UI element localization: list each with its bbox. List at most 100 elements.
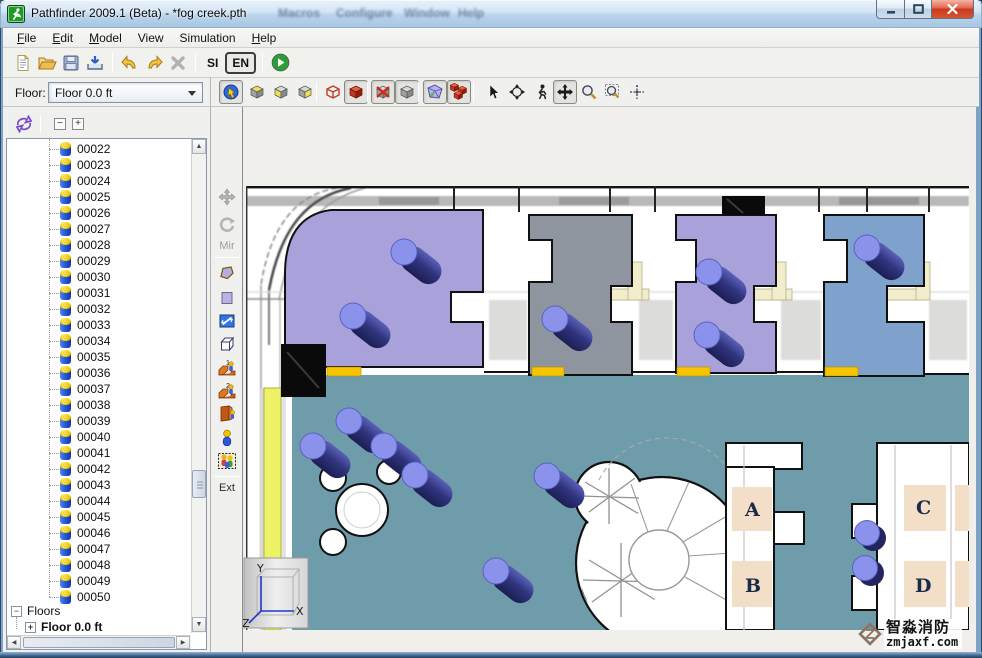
tree-horizontal-scrollbar[interactable]: ◀ ▶ bbox=[7, 635, 191, 649]
scrollbar-thumb[interactable] bbox=[192, 470, 206, 498]
tree-item-occupant[interactable]: 00048 bbox=[60, 557, 110, 573]
import-button[interactable] bbox=[83, 51, 107, 75]
tree-item-label[interactable]: 00045 bbox=[77, 510, 110, 524]
room-polygon-tool-button[interactable] bbox=[215, 262, 239, 284]
tree-item-occupant[interactable]: 00040 bbox=[60, 429, 110, 445]
save-button[interactable] bbox=[59, 51, 83, 75]
orbit-tool-button[interactable] bbox=[505, 80, 529, 104]
scrollbar-thumb[interactable] bbox=[23, 637, 175, 648]
menu-file[interactable]: File bbox=[9, 29, 44, 47]
tree-item-occupant[interactable]: 00027 bbox=[60, 221, 110, 237]
tree-item-occupant[interactable]: 00025 bbox=[60, 189, 110, 205]
tree-item-label[interactable]: 00047 bbox=[77, 542, 110, 556]
maximize-button[interactable] bbox=[905, 0, 932, 19]
tree-item-label[interactable]: 00035 bbox=[77, 350, 110, 364]
tree-item-label[interactable]: 00037 bbox=[77, 382, 110, 396]
tree-item-label[interactable]: 00042 bbox=[77, 462, 110, 476]
tree-item-occupant[interactable]: 00031 bbox=[60, 285, 110, 301]
nav-view-button[interactable] bbox=[219, 80, 243, 104]
tree-item-occupant[interactable]: 00034 bbox=[60, 333, 110, 349]
tree-item-occupant[interactable]: 00039 bbox=[60, 413, 110, 429]
tree-item-label[interactable]: 00049 bbox=[77, 574, 110, 588]
menu-help[interactable]: Help bbox=[244, 29, 285, 47]
menu-simulation[interactable]: Simulation bbox=[172, 29, 244, 47]
tree-item-occupant[interactable]: 00029 bbox=[60, 253, 110, 269]
hide-obstructions-button[interactable] bbox=[371, 80, 395, 104]
tree-item-label[interactable]: 00044 bbox=[77, 494, 110, 508]
add-occupant-group-tool-button[interactable] bbox=[215, 450, 239, 472]
cube-side-view-button[interactable] bbox=[293, 80, 317, 104]
show-obstructions-button[interactable] bbox=[395, 80, 419, 104]
tree-item-occupant[interactable]: 00041 bbox=[60, 445, 110, 461]
tree-item-occupant[interactable]: 00050 bbox=[60, 589, 110, 605]
tree-item-occupant[interactable]: 00037 bbox=[60, 381, 110, 397]
select-tool-button[interactable] bbox=[481, 80, 505, 104]
tree-item-label[interactable]: 00030 bbox=[77, 270, 110, 284]
tree-vertical-scrollbar[interactable]: ▲ ▼ bbox=[191, 139, 206, 633]
tree-item-occupant[interactable]: 00042 bbox=[60, 461, 110, 477]
model-canvas[interactable]: A B C D bbox=[242, 107, 976, 653]
tree-item-occupant[interactable]: 00033 bbox=[60, 317, 110, 333]
floorplan-view[interactable]: A B C D bbox=[243, 107, 975, 630]
stairs-two-way-tool-button[interactable]: 2 bbox=[215, 380, 239, 402]
si-units-button[interactable]: SI bbox=[202, 54, 223, 72]
open-file-button[interactable] bbox=[35, 51, 59, 75]
scroll-down-button[interactable]: ▼ bbox=[192, 617, 206, 632]
tree-item-occupant[interactable]: 00045 bbox=[60, 509, 110, 525]
collapse-node-icon[interactable]: − bbox=[11, 606, 22, 617]
room-rectangle-tool-button[interactable] bbox=[215, 287, 239, 309]
expand-node-icon[interactable]: + bbox=[25, 622, 36, 633]
tree-item-label[interactable]: 00029 bbox=[77, 254, 110, 268]
undo-button[interactable] bbox=[118, 51, 142, 75]
floor-select[interactable]: Floor 0.0 ft bbox=[48, 82, 203, 103]
tree-item-label[interactable]: 00043 bbox=[77, 478, 110, 492]
tree-item-occupant[interactable]: 00038 bbox=[60, 397, 110, 413]
tree-item-label[interactable]: 00026 bbox=[77, 206, 110, 220]
tree-item-label[interactable]: 00046 bbox=[77, 526, 110, 540]
tree-item-occupant[interactable]: 00030 bbox=[60, 269, 110, 285]
tree-item-occupant[interactable]: 00046 bbox=[60, 525, 110, 541]
tree-item-label[interactable]: 00033 bbox=[77, 318, 110, 332]
tree-item-occupant[interactable]: 00036 bbox=[60, 365, 110, 381]
refresh-tree-icon[interactable] bbox=[15, 115, 33, 133]
scroll-right-button[interactable]: ▶ bbox=[176, 636, 190, 649]
menu-model[interactable]: Model bbox=[81, 29, 130, 47]
title-bar[interactable]: Pathfinder 2009.1 (Beta) - *fog creek.pt… bbox=[0, 0, 982, 28]
reset-view-button[interactable] bbox=[625, 80, 649, 104]
stairs-one-way-tool-button[interactable]: 1 bbox=[215, 357, 239, 379]
tree-item-occupant[interactable]: 00026 bbox=[60, 205, 110, 221]
zoom-tool-button[interactable] bbox=[577, 80, 601, 104]
tree-item-label[interactable]: 00050 bbox=[77, 590, 110, 604]
redo-button[interactable] bbox=[142, 51, 166, 75]
expand-all-button[interactable]: + bbox=[72, 118, 84, 130]
mirror-tool-button[interactable]: Mir bbox=[211, 240, 243, 252]
run-simulation-button[interactable] bbox=[268, 51, 292, 75]
tree-item-label[interactable]: 00038 bbox=[77, 398, 110, 412]
extract-tool-button[interactable]: Ext bbox=[211, 482, 243, 494]
tree-item-label[interactable]: 00027 bbox=[77, 222, 110, 236]
tree-item-label[interactable]: 00036 bbox=[77, 366, 110, 380]
tree-node-floor-0[interactable]: + Floor 0.0 ft bbox=[25, 619, 102, 635]
tree-node-label[interactable]: Floor 0.0 ft bbox=[41, 620, 102, 634]
tree-item-label[interactable]: 00048 bbox=[77, 558, 110, 572]
tree-item-occupant[interactable]: 00044 bbox=[60, 493, 110, 509]
tree-item-label[interactable]: 00032 bbox=[77, 302, 110, 316]
tree-item-label[interactable]: 00040 bbox=[77, 430, 110, 444]
tree-item-label[interactable]: 00034 bbox=[77, 334, 110, 348]
tree-item-occupant[interactable]: 00032 bbox=[60, 301, 110, 317]
close-button[interactable] bbox=[932, 0, 974, 19]
box-obstruction-tool-button[interactable] bbox=[215, 333, 239, 355]
rotate-tool-button[interactable] bbox=[215, 213, 239, 235]
show-occupants-button[interactable] bbox=[447, 80, 471, 104]
show-wireframe-button[interactable] bbox=[321, 80, 345, 104]
delete-button[interactable] bbox=[166, 51, 190, 75]
tree-item-occupant[interactable]: 00049 bbox=[60, 573, 110, 589]
zoom-box-tool-button[interactable] bbox=[601, 80, 625, 104]
collapse-all-button[interactable]: − bbox=[54, 118, 66, 130]
show-navmesh-button[interactable] bbox=[423, 80, 447, 104]
move-tool-button[interactable] bbox=[215, 186, 239, 208]
tree-item-label[interactable]: 00025 bbox=[77, 190, 110, 204]
tree-item-occupant[interactable]: 00035 bbox=[60, 349, 110, 365]
menu-edit[interactable]: Edit bbox=[44, 29, 81, 47]
tree-item-occupant[interactable]: 00023 bbox=[60, 157, 110, 173]
